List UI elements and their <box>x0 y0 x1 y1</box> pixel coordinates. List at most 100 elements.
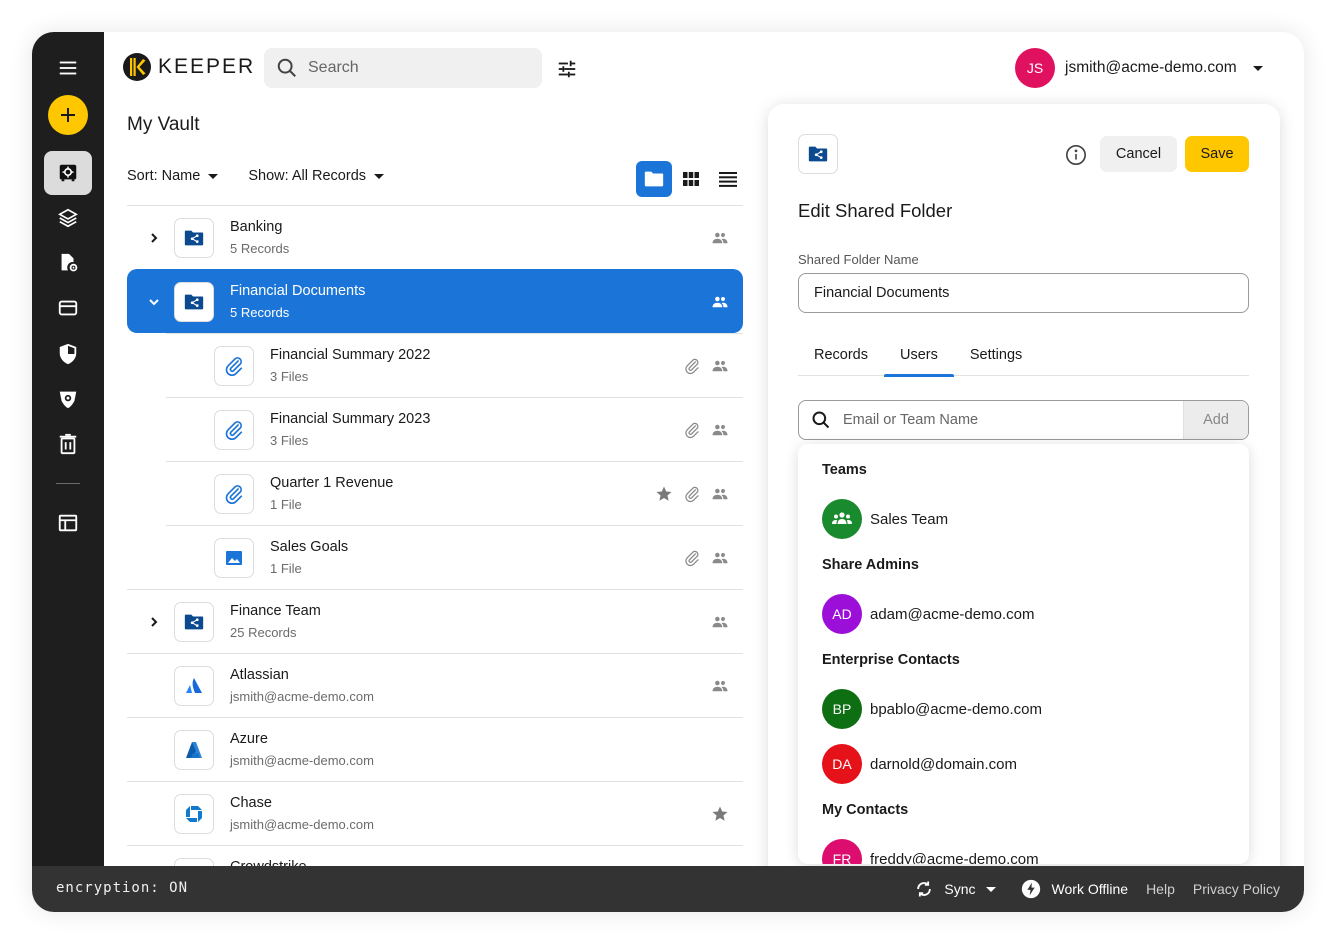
record-text: Financial Documents 5 Records <box>230 282 365 322</box>
tab-users[interactable]: Users <box>884 336 954 377</box>
record-row[interactable]: Chase jsmith@acme-demo.com <box>127 781 743 845</box>
team-suggestion[interactable]: Sales Team <box>822 499 948 539</box>
suggestion-group-heading: Share Admins <box>822 557 919 573</box>
chevron-down-icon <box>374 173 385 179</box>
privacy-policy-link[interactable]: Privacy Policy <box>1193 881 1280 897</box>
folder-row[interactable]: Financial Documents 5 Records <box>127 269 743 333</box>
record-row[interactable]: Azure jsmith@acme-demo.com <box>127 717 743 781</box>
suggestion-label: freddy@acme-demo.com <box>870 850 1039 865</box>
help-link[interactable]: Help <box>1146 881 1175 897</box>
record-row[interactable]: Financial Summary 2023 3 Files <box>166 397 743 461</box>
sidebar-divider <box>56 483 80 484</box>
sidebar <box>32 32 104 866</box>
record-row[interactable]: Quarter 1 Revenue 1 File <box>166 461 743 525</box>
sort-bar: Sort: Name Show: All Records <box>127 168 385 184</box>
folder-name-input[interactable] <box>798 273 1249 313</box>
record-list: Banking 5 Records Financial Documents 5 … <box>127 205 743 909</box>
record-actions <box>711 293 729 311</box>
work-offline-button[interactable]: Work Offline <box>1020 878 1128 900</box>
chevron-down-icon[interactable] <box>147 295 161 309</box>
record-title: Finance Team <box>230 603 321 619</box>
search-bar[interactable] <box>264 48 542 88</box>
record-type-icon <box>214 537 254 578</box>
record-actions <box>711 677 729 695</box>
chevron-down-icon <box>1252 65 1263 71</box>
record-subtitle: jsmith@acme-demo.com <box>230 753 374 768</box>
shield-icon <box>59 343 77 365</box>
tab-settings[interactable]: Settings <box>954 336 1038 376</box>
record-title: Financial Documents <box>230 283 366 299</box>
record-text: Finance Team 25 Records <box>230 602 321 642</box>
sidebar-item-vault[interactable] <box>44 151 92 195</box>
trash-icon <box>59 433 77 455</box>
sidebar-item-file-settings[interactable] <box>44 241 92 285</box>
sidebar-item-breachwatch[interactable] <box>44 196 92 240</box>
paperclip-icon <box>225 484 243 504</box>
record-subtitle: 3 Files <box>270 369 309 384</box>
record-subtitle: 1 File <box>270 561 302 576</box>
shared-users-icon <box>712 296 728 307</box>
sync-button[interactable]: Sync <box>914 879 996 899</box>
record-type-icon <box>174 665 214 706</box>
record-row[interactable]: Atlassian jsmith@acme-demo.com <box>127 653 743 717</box>
folder-row[interactable]: Banking 5 Records <box>127 205 743 269</box>
atlassian-logo-icon <box>186 677 202 693</box>
record-actions <box>711 805 729 823</box>
panel-title: Edit Shared Folder <box>798 200 953 221</box>
add-user-button[interactable]: Add <box>1183 401 1248 439</box>
sidebar-item-trash[interactable] <box>44 422 92 466</box>
suggestion-label: adam@acme-demo.com <box>870 605 1035 623</box>
paperclip-icon <box>225 356 243 376</box>
tab-records[interactable]: Records <box>798 336 884 376</box>
list-icon <box>719 172 737 187</box>
folder-row[interactable]: Finance Team 25 Records <box>127 589 743 653</box>
suggestion-group-heading: Teams <box>822 462 867 478</box>
folder-name-label: Shared Folder Name <box>798 252 919 267</box>
add-record-button[interactable] <box>48 95 88 135</box>
sidebar-item-payment-cards[interactable] <box>44 286 92 330</box>
show-dropdown[interactable]: Show: All Records <box>248 168 385 184</box>
record-subtitle: 5 Records <box>230 305 290 320</box>
user-suggestion[interactable]: BP bpablo@acme-demo.com <box>822 689 1042 729</box>
record-type-icon <box>174 217 214 258</box>
record-row[interactable]: Sales Goals 1 File <box>166 525 743 589</box>
attachment-icon <box>685 550 699 566</box>
user-suggestion[interactable]: FR freddy@acme-demo.com <box>822 839 1039 864</box>
layout-icon <box>58 514 78 532</box>
user-search-input[interactable] <box>843 412 1183 428</box>
shared-folder-icon <box>184 614 204 629</box>
attachment-icon <box>685 358 699 374</box>
info-icon[interactable] <box>1065 144 1087 166</box>
user-suggestion[interactable]: DA darnold@domain.com <box>822 744 1017 784</box>
sidebar-item-breach-watch[interactable] <box>44 377 92 421</box>
shared-users-icon <box>712 232 728 243</box>
chevron-right-icon[interactable] <box>147 231 161 245</box>
record-type-icon <box>214 473 254 514</box>
user-menu[interactable]: JS jsmith@acme-demo.com <box>1015 48 1263 88</box>
grid-view-button[interactable] <box>680 161 702 197</box>
chevron-right-icon[interactable] <box>147 615 161 629</box>
sidebar-item-security-audit[interactable] <box>44 332 92 376</box>
list-view-button[interactable] <box>710 161 746 197</box>
user-suggestion[interactable]: AD adam@acme-demo.com <box>822 594 1034 634</box>
cancel-button[interactable]: Cancel <box>1100 136 1177 172</box>
record-actions <box>711 613 729 631</box>
suggestion-group-heading: Enterprise Contacts <box>822 652 960 668</box>
save-button[interactable]: Save <box>1185 136 1249 172</box>
sort-dropdown[interactable]: Sort: Name <box>127 168 219 184</box>
logo-text: KEEPER <box>158 55 256 78</box>
folder-view-button[interactable] <box>636 161 672 197</box>
record-title: Azure <box>230 731 268 747</box>
sidebar-item-layout[interactable] <box>44 501 92 545</box>
record-subtitle: 3 Files <box>270 433 309 448</box>
menu-button[interactable] <box>44 46 92 90</box>
record-row[interactable]: Financial Summary 2022 3 Files <box>166 333 743 397</box>
user-search-field[interactable]: Add <box>798 400 1249 440</box>
credit-card-icon <box>58 300 78 316</box>
show-label: Show: All Records <box>248 168 367 184</box>
record-type-icon <box>214 409 254 450</box>
filter-button[interactable] <box>554 56 580 82</box>
chevron-down-icon <box>985 886 996 892</box>
search-input[interactable] <box>308 59 508 77</box>
team-icon <box>832 512 852 524</box>
